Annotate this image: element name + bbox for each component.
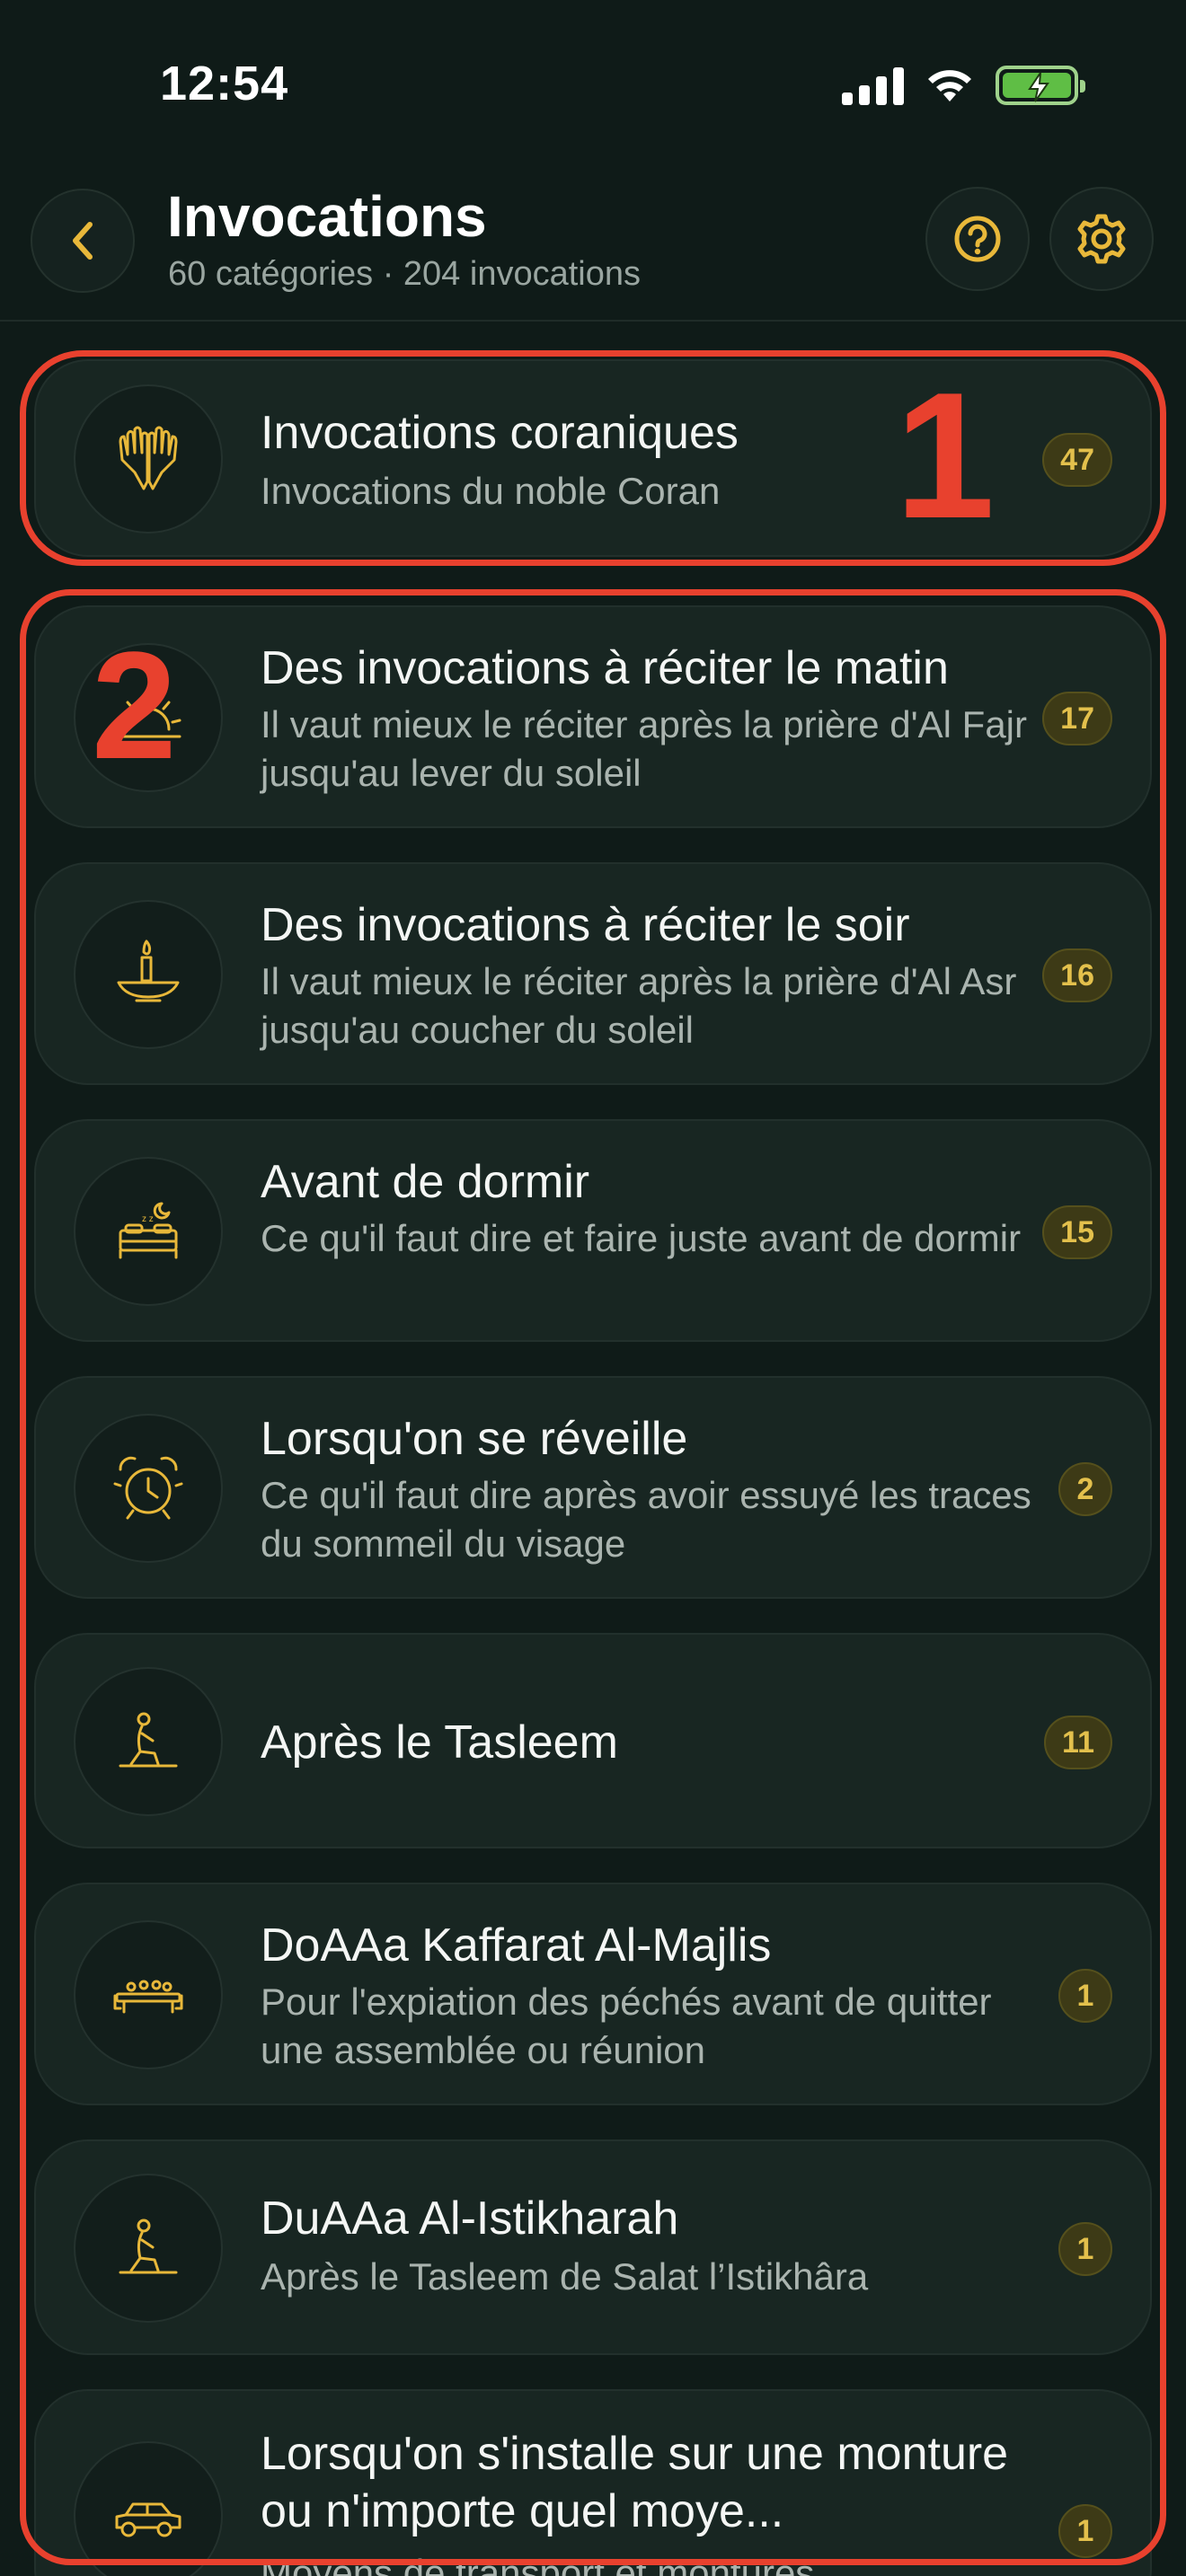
gear-icon: [1077, 214, 1126, 264]
status-icons: [842, 63, 1085, 108]
navigation-header: Invocations 60 catégories · 204 invocati…: [0, 171, 1186, 322]
battery-charging-icon: [996, 66, 1085, 105]
back-button[interactable]: [31, 189, 135, 293]
annotation-box-2: [20, 589, 1166, 2565]
status-time: 12:54: [160, 57, 289, 110]
annotation-number-2: 2: [92, 621, 177, 791]
cellular-signal-icon: [842, 66, 904, 105]
screen: 12:54 Invocations 60 catégories · 204 in…: [0, 0, 1186, 2576]
help-button[interactable]: [925, 187, 1030, 291]
chevron-left-icon: [73, 222, 93, 260]
status-bar: 12:54: [0, 0, 1186, 171]
wifi-icon: [928, 70, 971, 101]
annotation-number-1: 1: [895, 356, 996, 556]
question-mark-icon: [954, 216, 1001, 262]
page-title: Invocations: [167, 184, 487, 249]
settings-button[interactable]: [1049, 187, 1154, 291]
page-subtitle: 60 catégories · 204 invocations: [168, 255, 641, 293]
